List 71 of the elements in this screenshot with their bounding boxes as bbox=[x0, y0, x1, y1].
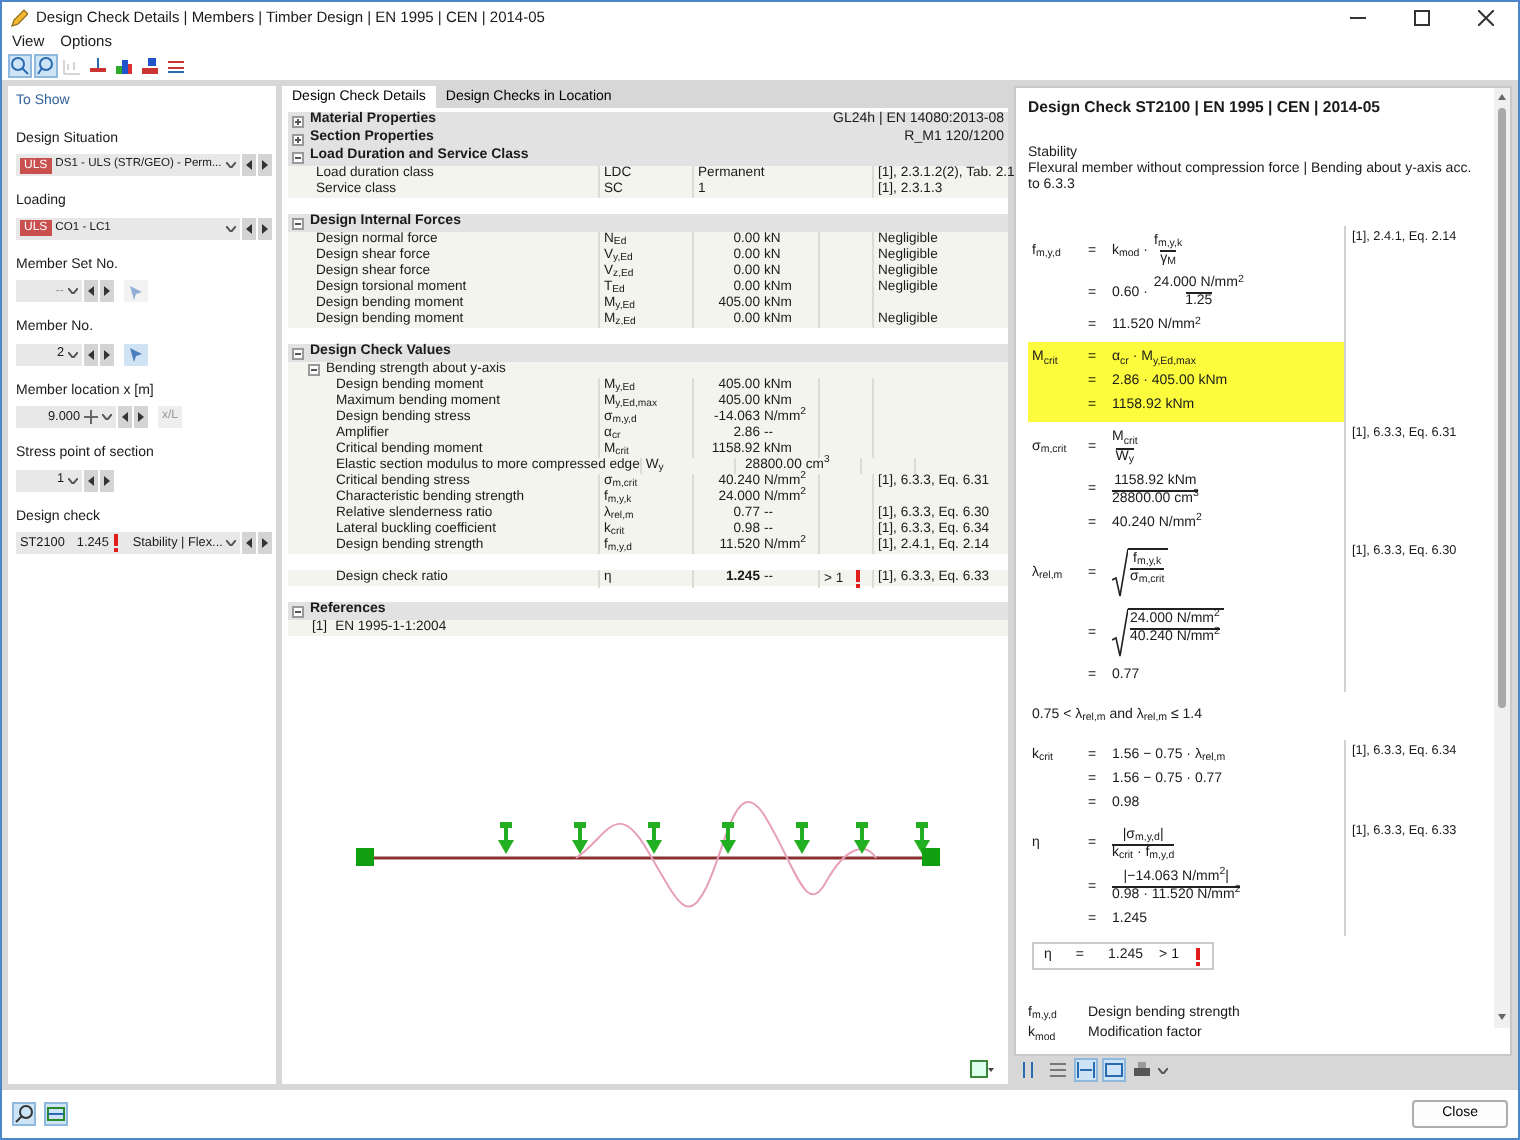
previous-button[interactable] bbox=[242, 154, 256, 176]
print-icon bbox=[1132, 1060, 1152, 1080]
caret-icon bbox=[226, 540, 237, 546]
left-arrow-icon bbox=[246, 160, 252, 170]
colored-bars-icon bbox=[114, 56, 134, 76]
previous-button[interactable] bbox=[84, 469, 98, 491]
caret-icon bbox=[226, 225, 236, 231]
caret-icon bbox=[68, 351, 78, 357]
table-icon bbox=[970, 1059, 994, 1077]
export-button[interactable] bbox=[964, 1056, 1000, 1080]
previous-button[interactable] bbox=[84, 343, 98, 365]
caret-icon bbox=[226, 162, 236, 168]
next-button[interactable] bbox=[134, 406, 148, 428]
search-button[interactable] bbox=[12, 1102, 36, 1126]
previous-button[interactable] bbox=[242, 532, 256, 554]
previous-button[interactable] bbox=[118, 406, 132, 428]
right-arrow-icon bbox=[262, 223, 268, 233]
fit-width-icon bbox=[1076, 1060, 1096, 1080]
cursor-icon bbox=[128, 346, 144, 362]
next-button[interactable] bbox=[258, 532, 272, 554]
stress-icon bbox=[140, 56, 160, 76]
collapse-icon[interactable] bbox=[308, 364, 320, 376]
toolbar-button[interactable] bbox=[112, 54, 136, 78]
legend-icon bbox=[166, 56, 186, 76]
chart-icon bbox=[62, 56, 82, 76]
previous-button[interactable] bbox=[242, 217, 256, 239]
collapse-icon[interactable] bbox=[292, 151, 304, 163]
right-arrow-icon bbox=[104, 349, 110, 359]
caret-icon bbox=[68, 477, 78, 483]
member-icon bbox=[88, 56, 108, 76]
collapse-icon[interactable] bbox=[292, 217, 304, 229]
caret-icon bbox=[102, 414, 112, 420]
left-arrow-icon bbox=[246, 538, 252, 548]
caret-icon bbox=[1158, 1067, 1168, 1073]
toolbar-button[interactable] bbox=[1102, 1058, 1126, 1082]
pick-point-icon bbox=[84, 410, 98, 424]
previous-button[interactable] bbox=[84, 280, 98, 302]
cursor-icon bbox=[128, 283, 144, 299]
toolbar-button[interactable] bbox=[1130, 1058, 1154, 1082]
toolbar-button[interactable] bbox=[1046, 1058, 1070, 1082]
caret-icon bbox=[68, 288, 78, 294]
left-arrow-icon bbox=[88, 475, 94, 485]
expand-icon[interactable] bbox=[292, 133, 304, 145]
right-arrow-icon bbox=[104, 286, 110, 296]
next-button[interactable] bbox=[100, 280, 114, 302]
collapse-icon[interactable] bbox=[292, 605, 304, 617]
left-arrow-icon bbox=[88, 349, 94, 359]
expand-icon[interactable] bbox=[292, 115, 304, 127]
right-arrow-icon bbox=[104, 475, 110, 485]
right-arrow-icon bbox=[138, 412, 144, 422]
next-button[interactable] bbox=[258, 154, 272, 176]
toolbar-button[interactable] bbox=[138, 54, 162, 78]
left-arrow-icon bbox=[246, 223, 252, 233]
next-button[interactable] bbox=[100, 469, 114, 491]
next-button[interactable] bbox=[258, 217, 272, 239]
app-icon bbox=[10, 7, 28, 27]
scrollbar[interactable] bbox=[1494, 88, 1510, 1028]
window-icon bbox=[1104, 1060, 1124, 1080]
right-arrow-icon bbox=[262, 160, 268, 170]
pick-button[interactable] bbox=[124, 343, 148, 365]
close-icon[interactable] bbox=[1478, 9, 1494, 25]
search-icon bbox=[14, 1104, 34, 1124]
right-arrow-icon bbox=[262, 538, 268, 548]
collapse-icon[interactable] bbox=[292, 347, 304, 359]
left-arrow-icon bbox=[88, 286, 94, 296]
next-button[interactable] bbox=[100, 343, 114, 365]
maximize-icon[interactable] bbox=[1414, 9, 1430, 25]
list-icon bbox=[1048, 1060, 1068, 1080]
toolbar-button[interactable] bbox=[86, 54, 110, 78]
toolbar-button[interactable] bbox=[1074, 1058, 1098, 1082]
left-arrow-icon bbox=[122, 412, 128, 422]
